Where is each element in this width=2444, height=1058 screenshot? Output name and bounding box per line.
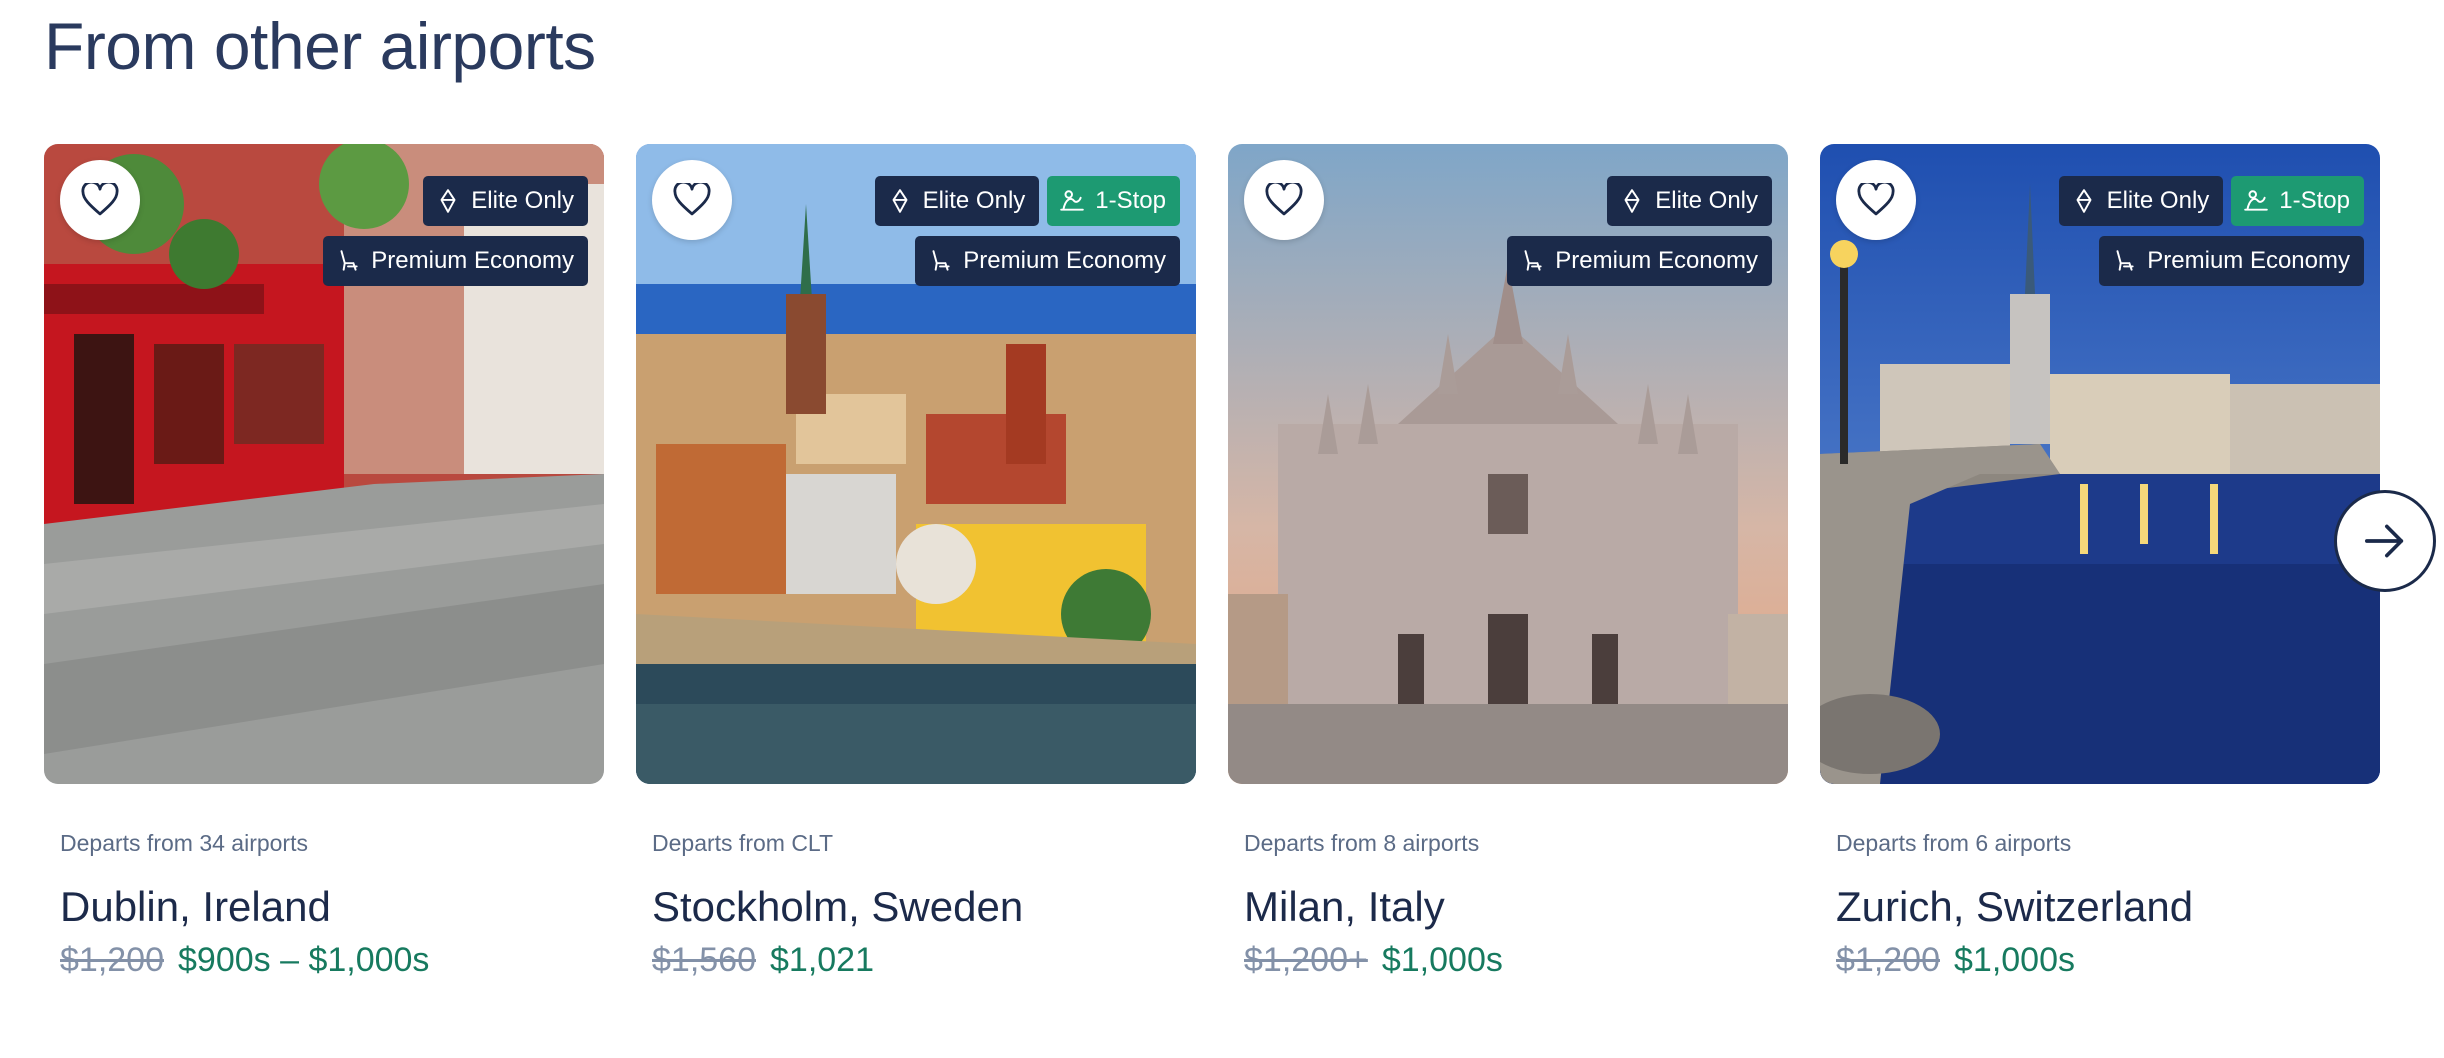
destination-card-stockholm[interactable]: Elite Only 1-Stop Premium Economy Depart… — [636, 144, 1196, 982]
seat-icon — [1524, 250, 1542, 271]
badge-row: Premium Economy — [1507, 236, 1772, 286]
favorite-button[interactable] — [652, 160, 732, 240]
page: From other airports Elite Only Premium E… — [0, 0, 2444, 1058]
favorite-button[interactable] — [60, 160, 140, 240]
premium-economy-badge: Premium Economy — [323, 236, 588, 286]
destination-name[interactable]: Stockholm, Sweden — [636, 882, 1196, 932]
badge-label: Premium Economy — [2147, 247, 2350, 274]
badge-label: Elite Only — [2106, 187, 2210, 214]
new-price: $900s – $1,000s — [178, 941, 430, 979]
premium-economy-badge: Premium Economy — [1507, 236, 1772, 286]
destination-name[interactable]: Dublin, Ireland — [44, 882, 604, 932]
seat-icon — [2116, 250, 2134, 271]
diamond-icon — [892, 189, 908, 213]
departs-text: Departs from 6 airports — [1836, 830, 2072, 856]
badge-row: Elite Only — [1607, 176, 1772, 226]
old-price: $1,200 — [60, 941, 164, 979]
section-title: From other airports — [44, 9, 596, 83]
badge-row: Premium Economy — [323, 236, 588, 286]
badge-row: Elite Only 1-Stop — [874, 176, 1180, 226]
departs-text: Departs from 8 airports — [1244, 830, 1480, 856]
diamond-icon — [440, 189, 456, 213]
diamond-icon — [2076, 189, 2092, 213]
badge-label: Elite Only — [471, 187, 574, 214]
one-stop-badge: 1-Stop — [1047, 176, 1180, 226]
badge-label: Elite Only — [1655, 187, 1758, 214]
card-image[interactable]: Elite Only Premium Economy — [1228, 144, 1788, 784]
new-price: $1,000s — [1954, 941, 2075, 979]
new-price: $1,000s — [1381, 941, 1503, 979]
departs-text: Departs from 34 airports — [60, 830, 308, 856]
heart-icon — [673, 183, 711, 216]
elite-only-badge: Elite Only — [1607, 176, 1772, 226]
route-icon — [2244, 190, 2269, 211]
badge-label: 1-Stop — [2279, 187, 2350, 214]
premium-economy-badge: Premium Economy — [915, 236, 1180, 286]
destination-card-dublin[interactable]: Elite Only Premium Economy Departs from … — [44, 144, 604, 982]
badge-label: Premium Economy — [963, 247, 1166, 274]
favorite-button[interactable] — [1244, 160, 1324, 240]
seat-icon — [340, 250, 358, 271]
badge-row: Premium Economy — [915, 236, 1180, 286]
card-image[interactable]: Elite Only 1-Stop Premium Economy — [636, 144, 1196, 784]
card-image[interactable]: Elite Only Premium Economy — [44, 144, 604, 784]
elite-only-badge: Elite Only — [423, 176, 588, 226]
destination-name[interactable]: Milan, Italy — [1228, 882, 1788, 932]
price-row: $1,200 $1,000s — [1820, 938, 2380, 982]
seat-icon — [932, 250, 950, 271]
old-price: $1,200 — [1836, 941, 1940, 979]
favorite-button[interactable] — [1836, 160, 1916, 240]
old-price: $1,560 — [652, 941, 756, 979]
price-row: $1,200+ $1,000s — [1228, 938, 1788, 982]
price-row: $1,200 $900s – $1,000s — [44, 938, 604, 982]
diamond-icon — [1624, 189, 1640, 213]
badge-label: 1-Stop — [1095, 187, 1166, 214]
destination-card-milan[interactable]: Elite Only Premium Economy Departs from … — [1228, 144, 1788, 982]
premium-economy-badge: Premium Economy — [2099, 236, 2364, 286]
arrow-right-icon — [2364, 524, 2404, 558]
badge-row: Elite Only — [423, 176, 588, 226]
heart-icon — [1265, 183, 1303, 216]
card-image[interactable]: Elite Only 1-Stop Premium Economy — [1820, 144, 2380, 784]
one-stop-badge: 1-Stop — [2231, 176, 2364, 226]
heart-icon — [1857, 183, 1895, 216]
badge-row: Elite Only 1-Stop — [2058, 176, 2364, 226]
departs-text: Departs from CLT — [652, 830, 834, 856]
destination-card-zurich[interactable]: Elite Only 1-Stop Premium Economy Depart… — [1820, 144, 2380, 982]
elite-only-badge: Elite Only — [2058, 176, 2224, 226]
badge-label: Premium Economy — [371, 247, 574, 274]
elite-only-badge: Elite Only — [874, 176, 1040, 226]
carousel-next-button[interactable] — [2334, 490, 2436, 592]
heart-icon — [81, 183, 119, 216]
badge-label: Premium Economy — [1555, 247, 1758, 274]
destination-name[interactable]: Zurich, Switzerland — [1820, 882, 2380, 932]
price-row: $1,560 $1,021 — [636, 938, 1196, 982]
badge-label: Elite Only — [922, 187, 1026, 214]
badge-row: Premium Economy — [2099, 236, 2364, 286]
route-icon — [1060, 190, 1085, 211]
old-price: $1,200+ — [1244, 941, 1368, 979]
new-price: $1,021 — [770, 941, 874, 979]
